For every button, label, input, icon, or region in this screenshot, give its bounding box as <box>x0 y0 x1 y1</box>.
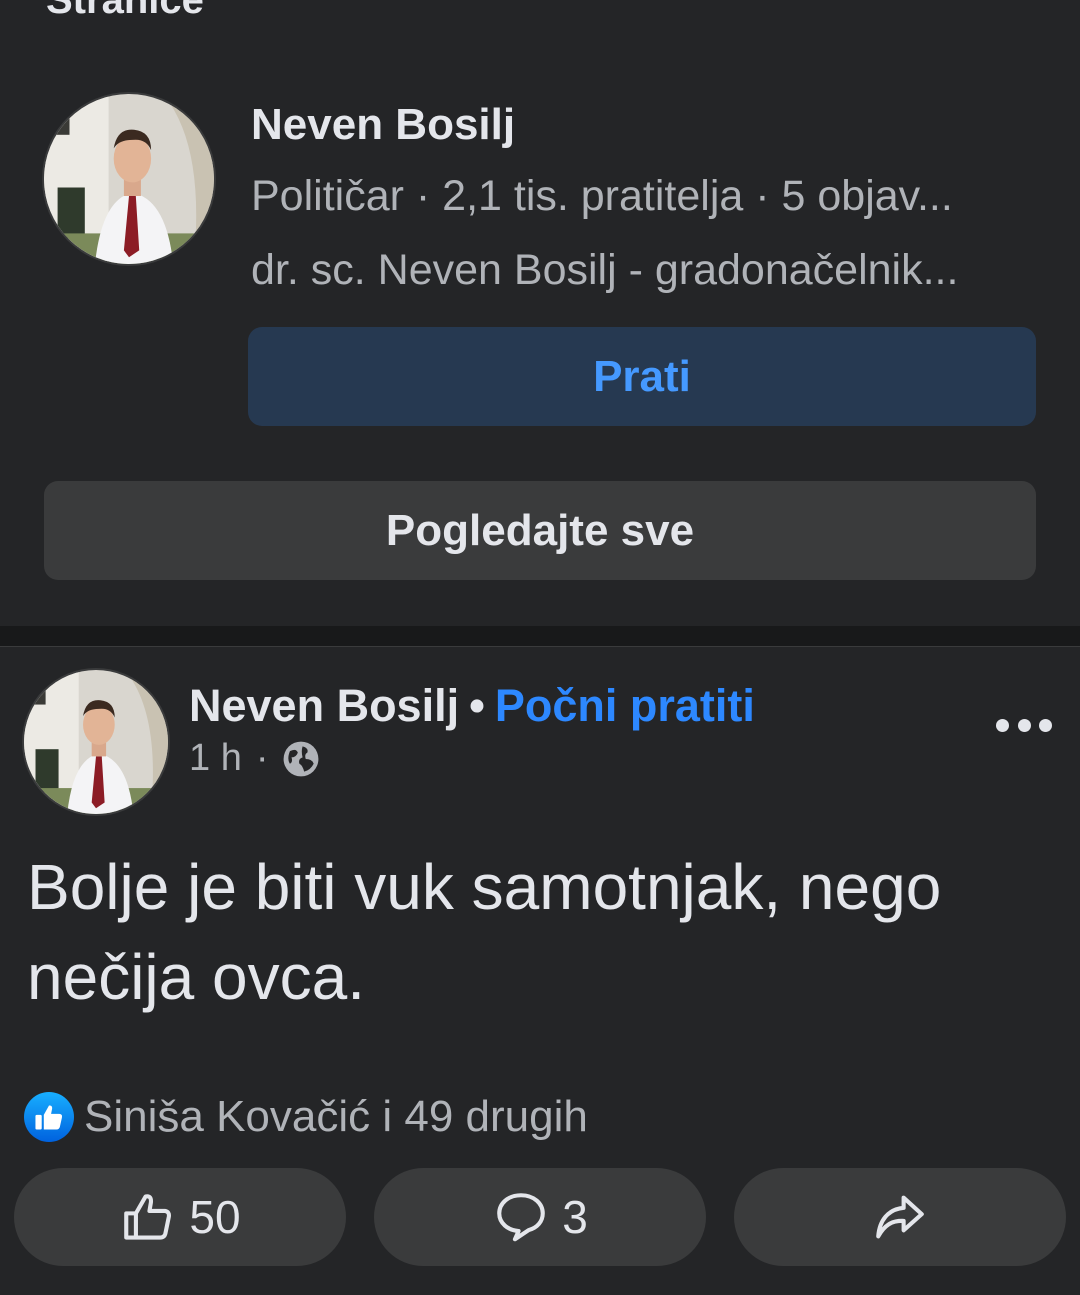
post-text: Bolje je biti vuk samotnjak, nego nečija… <box>27 851 942 1013</box>
comment-count: 3 <box>562 1191 588 1243</box>
section-title: Stranice <box>46 0 204 22</box>
more-dot <box>1017 718 1031 732</box>
reaction-summary[interactable]: Siniša Kovačić i 49 drugih <box>24 1092 588 1142</box>
share-icon <box>876 1195 924 1239</box>
like-reaction-icon <box>24 1092 74 1142</box>
section-divider <box>0 626 1080 647</box>
post-meta: 1 h · <box>189 737 320 780</box>
post-author-avatar[interactable] <box>24 670 168 814</box>
comment-button[interactable]: 3 <box>374 1168 706 1266</box>
comment-icon <box>497 1193 546 1242</box>
more-dot <box>1039 718 1052 732</box>
post-header: Neven Bosilj • Počni pratiti <box>189 680 755 732</box>
thumbs-up-icon <box>124 1194 172 1240</box>
post-author-name[interactable]: Neven Bosilj <box>189 680 459 731</box>
avatar-photo <box>44 94 214 264</box>
header-separator: • <box>469 680 485 731</box>
page-meta: Političar · 2,1 tis. pratitelja · 5 obja… <box>251 172 953 220</box>
share-button[interactable] <box>734 1168 1066 1266</box>
see-all-button[interactable]: Pogledajte sve <box>44 481 1036 580</box>
follow-button[interactable]: Prati <box>248 327 1036 426</box>
reaction-summary-text: Siniša Kovačić i 49 drugih <box>84 1092 588 1141</box>
more-dot <box>996 718 1009 732</box>
more-options-icon[interactable] <box>996 705 1052 745</box>
page-avatar[interactable] <box>44 94 214 264</box>
like-count: 50 <box>189 1191 241 1243</box>
follow-link[interactable]: Počni pratiti <box>495 680 755 731</box>
pages-section: Stranice Neven Bosilj Političar · 2,1 ti… <box>0 0 1080 626</box>
post-time[interactable]: 1 h <box>189 737 242 780</box>
page-name[interactable]: Neven Bosilj <box>251 100 515 150</box>
page-description: dr. sc. Neven Bosilj - gradonačelnik... <box>251 246 959 294</box>
avatar-photo <box>24 670 168 814</box>
globe-icon <box>284 741 319 776</box>
meta-separator: · <box>255 737 269 779</box>
like-button[interactable]: 50 <box>14 1168 346 1266</box>
